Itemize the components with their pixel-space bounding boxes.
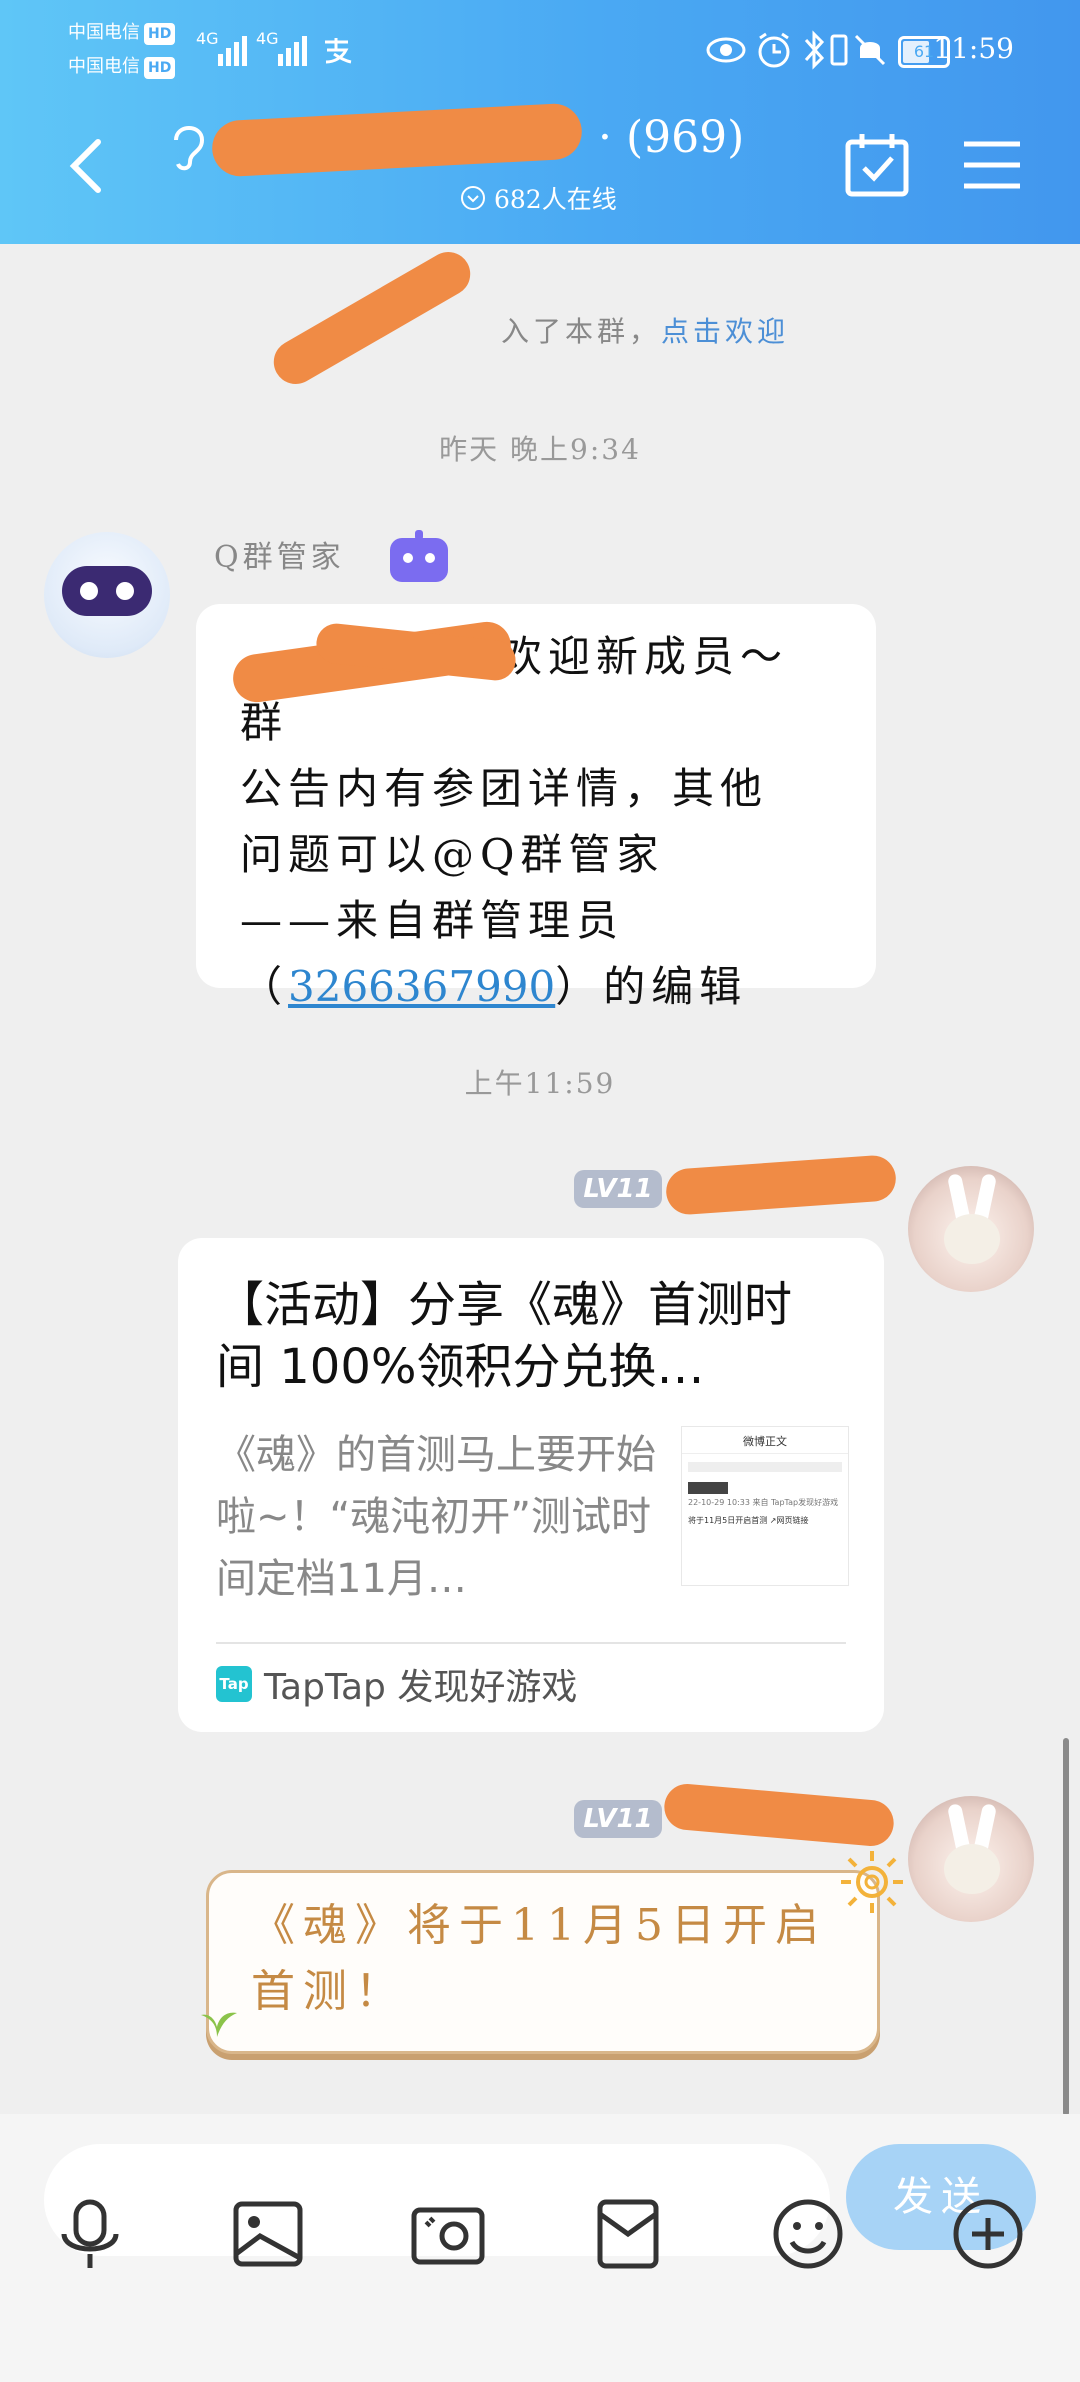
level-badge: LV11 — [574, 1800, 662, 1838]
status-time: 11:59 — [933, 32, 1014, 65]
smiley-icon — [773, 2199, 843, 2269]
chat-header: 中国电信 HD 中国电信 HD 4G 4G 61 11:59 · (969) 682… — [0, 0, 1080, 244]
timestamp: 昨天 晚上9:34 — [439, 433, 641, 466]
message-text: 《魂》将于11月5日开启首测！ — [251, 1900, 827, 2017]
svg-text:4G: 4G — [256, 29, 279, 48]
bot-paren-close: ）的编辑 — [555, 962, 748, 1011]
member-count[interactable]: · (969) — [598, 112, 744, 163]
taptap-icon: Tap — [216, 1666, 252, 1702]
vibrate-icon — [830, 34, 848, 66]
carrier-2-label: 中国电信 — [68, 56, 140, 77]
calendar-check-icon[interactable] — [844, 132, 910, 198]
thumb-header: 微博正文 — [682, 1427, 848, 1454]
carrier-2: 中国电信 HD — [68, 56, 176, 79]
more-tool[interactable] — [950, 2196, 1026, 2272]
system-message: 入了本群，点击欢迎 — [0, 310, 1080, 350]
camera-icon — [411, 2207, 485, 2265]
card-source-label: TapTap 发现好游戏 — [264, 1667, 578, 1708]
bot-name: Q群管家 — [214, 540, 345, 575]
timestamp: 上午11:59 — [464, 1067, 616, 1100]
eye-icon — [706, 37, 746, 63]
user-avatar[interactable] — [908, 1166, 1034, 1292]
bot-paren-open: （ — [240, 962, 289, 1011]
bot-message-bubble[interactable]: 欢迎新成员～群 公告内有参团详情，其他 问题可以@Q群管家 ——来自群管理员 （… — [196, 604, 876, 1011]
microphone-icon — [61, 2199, 119, 2268]
carrier-1: 中国电信 HD — [68, 22, 176, 45]
card-title: 【活动】分享《魂》首测时间 100%领积分兑换… — [216, 1277, 793, 1395]
card-description: 《魂》的首测马上要开始啦~！“魂沌初开”测试时间定档11月… — [216, 1432, 656, 1602]
red-packet-icon — [597, 2199, 659, 2269]
bluetooth-icon — [804, 30, 825, 70]
sprout-icon — [201, 2012, 237, 2037]
online-count[interactable]: 682人在线 — [460, 180, 617, 216]
back-icon[interactable] — [66, 136, 106, 196]
camera-tool[interactable] — [410, 2196, 486, 2272]
hd-badge: HD — [144, 57, 176, 79]
bot-avatar[interactable] — [44, 532, 170, 658]
payment-icon — [325, 38, 352, 64]
svg-text:4G: 4G — [196, 29, 219, 48]
decorated-message-bubble[interactable]: 《魂》将于11月5日开启首测！ — [201, 1851, 903, 2054]
thumb-link: 将于11月5日开启首测 ↗网页链接 — [688, 1516, 809, 1525]
thumb-line: 22-10-29 10:33 来自 TapTap发现好游戏 — [688, 1498, 839, 1507]
link-card[interactable]: 【活动】分享《魂》首测时间 100%领积分兑换… 《魂》的首测马上要开始啦~！“… — [178, 1238, 884, 1732]
mute-bell-icon — [854, 34, 886, 66]
user-avatar[interactable] — [908, 1796, 1034, 1922]
bot-line-3: 问题可以@Q群管家 — [240, 830, 665, 879]
signal-icon: 4G 4G — [196, 29, 307, 66]
plus-circle-icon — [953, 2199, 1023, 2269]
robot-icon — [390, 530, 448, 582]
bot-line-4: ——来自群管理员 — [240, 896, 625, 945]
sun-icon — [841, 1851, 903, 1913]
bot-line-2: 公告内有参团详情，其他 — [240, 764, 769, 813]
image-icon — [233, 2201, 303, 2267]
redacted-group-name — [210, 102, 584, 178]
card-divider — [216, 1642, 846, 1644]
redacted-sender-name — [664, 1154, 898, 1216]
redacted-sender-name — [662, 1782, 896, 1848]
input-area: 发送 — [0, 2114, 1080, 2382]
emoji-tool[interactable] — [770, 2196, 846, 2272]
image-tool[interactable] — [230, 2196, 306, 2272]
red-packet-tool[interactable] — [590, 2196, 666, 2272]
chevron-circle-icon — [461, 186, 485, 210]
online-label: 682人在线 — [494, 185, 617, 214]
admin-qq-link[interactable]: 3266367990 — [288, 962, 555, 1011]
card-source: Tap TapTap 发现好游戏 — [216, 1658, 577, 1710]
alarm-icon — [758, 32, 790, 68]
card-thumbnail: 微博正文 22-10-29 10:33 来自 TapTap发现好游戏 将于11月… — [681, 1426, 849, 1586]
system-message-text: 入了本群， — [500, 315, 661, 348]
ear-icon — [174, 126, 205, 171]
carrier-1-label: 中国电信 — [68, 22, 140, 43]
menu-icon[interactable] — [962, 138, 1022, 192]
hd-badge: HD — [144, 23, 176, 45]
status-bar: 中国电信 HD 中国电信 HD 4G 4G 61 11:59 — [0, 0, 1080, 100]
welcome-link[interactable]: 点击欢迎 — [661, 315, 789, 348]
scrollbar[interactable] — [1063, 1738, 1069, 2116]
voice-tool[interactable] — [52, 2196, 128, 2272]
level-badge: LV11 — [574, 1170, 662, 1208]
